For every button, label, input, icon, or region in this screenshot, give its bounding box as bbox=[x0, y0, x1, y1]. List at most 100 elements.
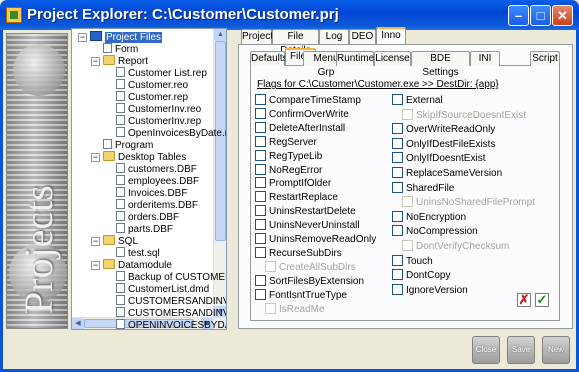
tree-item-label: Invoices.DBF bbox=[128, 188, 188, 199]
flag-checkbox[interactable]: RestartReplace bbox=[255, 191, 338, 204]
cancel-icon-button[interactable]: ✗ bbox=[517, 293, 531, 307]
new-button[interactable]: New bbox=[542, 336, 570, 364]
file-icon bbox=[116, 187, 125, 197]
checkbox-box[interactable] bbox=[392, 152, 403, 164]
tree-expander-icon[interactable]: − bbox=[91, 153, 100, 162]
checkbox-box[interactable] bbox=[255, 233, 266, 244]
flag-checkbox[interactable]: External bbox=[392, 94, 443, 107]
flag-checkbox[interactable]: IgnoreVersion bbox=[392, 283, 468, 297]
tab-ini[interactable]: INI bbox=[470, 51, 500, 66]
checkbox-box[interactable] bbox=[255, 274, 266, 286]
checkbox-box[interactable] bbox=[255, 205, 266, 217]
flag-checkbox[interactable]: SortFilesByExtension bbox=[255, 274, 364, 288]
checkbox-box[interactable] bbox=[392, 269, 403, 281]
folder-icon bbox=[103, 235, 115, 245]
checkbox-box[interactable] bbox=[255, 163, 266, 175]
flag-checkbox[interactable]: NoRegError bbox=[255, 163, 322, 177]
flag-checkbox[interactable]: DontCopy bbox=[392, 269, 450, 282]
flag-checkbox[interactable]: CompareTimeStamp bbox=[255, 94, 361, 107]
checkbox-box[interactable] bbox=[255, 149, 266, 161]
scroll-thumb[interactable] bbox=[215, 41, 226, 241]
flag-checkbox[interactable]: NoEncryption bbox=[392, 210, 466, 224]
checkbox-label: CreateAllSubDirs bbox=[279, 261, 356, 273]
flag-checkbox[interactable]: RecurseSubDirs bbox=[255, 246, 342, 260]
flag-checkbox[interactable]: OverWriteReadOnly bbox=[392, 123, 495, 136]
checkbox-box[interactable] bbox=[255, 121, 266, 133]
checkbox-box[interactable] bbox=[255, 177, 266, 189]
checkbox-box[interactable] bbox=[392, 137, 403, 149]
flag-checkbox[interactable]: UninsRemoveReadOnly bbox=[255, 233, 376, 246]
scroll-up-arrow-icon[interactable]: ▲ bbox=[214, 29, 226, 41]
tree-item-label: OPENINVOICESBYDATE bbox=[128, 320, 226, 330]
checkbox-box[interactable] bbox=[255, 219, 266, 231]
scroll-left-arrow-icon[interactable]: ◀ bbox=[72, 318, 84, 329]
flag-checkbox[interactable]: RegTypeLib bbox=[255, 149, 322, 163]
tree-item[interactable]: OPENINVOICESBYDATE bbox=[116, 319, 226, 330]
flag-checkbox[interactable]: Touch bbox=[392, 254, 433, 268]
checkbox-box[interactable] bbox=[255, 246, 266, 258]
flag-checkbox[interactable]: ReplaceSameVersion bbox=[392, 167, 502, 180]
checkbox-box[interactable] bbox=[392, 123, 403, 135]
checkbox-label: RegServer bbox=[269, 136, 317, 148]
checkbox-box[interactable] bbox=[255, 191, 266, 203]
save-button[interactable]: Save bbox=[507, 336, 535, 364]
checkbox-box[interactable] bbox=[255, 288, 266, 300]
tab-project[interactable]: Project bbox=[241, 29, 273, 44]
checkbox-label: OnlyIfDestFileExists bbox=[406, 138, 496, 150]
tree-expander-icon[interactable]: − bbox=[91, 261, 100, 270]
tab-defaults[interactable]: Defaults bbox=[250, 51, 288, 66]
tree-expander-icon[interactable]: − bbox=[91, 57, 100, 66]
flag-checkbox[interactable]: UninsRestartDelete bbox=[255, 205, 356, 218]
checkbox-label: UninsNeverUninstall bbox=[269, 220, 360, 232]
flag-checkbox[interactable]: SharedFile bbox=[392, 181, 454, 195]
checkbox-box[interactable] bbox=[255, 135, 266, 147]
flag-checkbox[interactable]: RegServer bbox=[255, 135, 317, 149]
tree-item-label: CustomerList.dmd bbox=[128, 284, 210, 295]
flag-checkbox[interactable]: DeleteAfterInstall bbox=[255, 121, 345, 135]
flag-checkbox[interactable]: ConfirmOverWrite bbox=[255, 107, 349, 121]
checkbox-box[interactable] bbox=[392, 225, 403, 237]
tree-expander-icon[interactable]: − bbox=[91, 237, 100, 246]
confirm-icon-button[interactable]: ✓ bbox=[535, 293, 549, 307]
tab-script[interactable]: Script bbox=[530, 51, 560, 66]
checkbox-box[interactable] bbox=[392, 181, 403, 193]
file-icon bbox=[116, 103, 125, 113]
checkbox-box[interactable] bbox=[255, 94, 266, 105]
maximize-button[interactable]: □ bbox=[530, 5, 551, 26]
tree-item-label: parts.DBF bbox=[128, 224, 174, 235]
tab-license[interactable]: License bbox=[374, 51, 411, 66]
checkbox-box[interactable] bbox=[255, 107, 266, 119]
tree-item-label: Project Files bbox=[105, 32, 163, 43]
project-tree[interactable]: ▲ ▼ ◀ ▶ − Project Files Form − Report Custome… bbox=[71, 28, 227, 330]
checkbox-box[interactable] bbox=[392, 210, 403, 222]
checkbox-box[interactable] bbox=[392, 254, 403, 266]
tab-bde-settings[interactable]: BDE Settings bbox=[411, 51, 470, 78]
title-bar[interactable]: Project Explorer: C:\Customer\Customer.p… bbox=[0, 0, 579, 30]
file-icon bbox=[116, 307, 125, 317]
tree-item-label: Customer List.rep bbox=[128, 68, 207, 79]
tab-runtime[interactable]: Runtime bbox=[336, 51, 374, 66]
tree-item-label: CustomerInv.rep bbox=[128, 116, 202, 127]
tab-deo[interactable]: DEO bbox=[349, 29, 376, 44]
tree-item-label: orders.DBF bbox=[128, 212, 180, 223]
flag-checkbox[interactable]: FontIsntTrueType bbox=[255, 288, 347, 302]
tree-expander-icon[interactable]: − bbox=[78, 33, 87, 42]
tree-item-label: test.sql bbox=[128, 248, 160, 259]
close-window-button[interactable]: ✕ bbox=[552, 5, 573, 26]
checkbox-box[interactable] bbox=[392, 283, 403, 295]
checkbox-box[interactable] bbox=[392, 167, 403, 178]
tree-item-label: CUSTOMERSANDINVOI bbox=[128, 308, 226, 319]
close-button[interactable]: Close bbox=[472, 336, 500, 364]
tab-inno[interactable]: Inno bbox=[376, 27, 406, 44]
flag-checkbox[interactable]: UninsNeverUninstall bbox=[255, 219, 360, 232]
flag-checkbox[interactable]: NoCompression bbox=[392, 225, 478, 238]
checkbox-label: NoCompression bbox=[406, 226, 478, 238]
flag-checkbox[interactable]: OnlyIfDestFileExists bbox=[392, 137, 496, 151]
flag-checkbox[interactable]: OnlyIfDoesntExist bbox=[392, 152, 485, 165]
tab-file-details[interactable]: File Details bbox=[272, 29, 319, 56]
project-root-icon bbox=[90, 31, 102, 41]
flag-checkbox[interactable]: PromptIfOlder bbox=[255, 177, 331, 190]
minimize-button[interactable]: – bbox=[508, 5, 529, 26]
tab-log[interactable]: Log bbox=[319, 29, 349, 44]
checkbox-box[interactable] bbox=[392, 94, 403, 105]
